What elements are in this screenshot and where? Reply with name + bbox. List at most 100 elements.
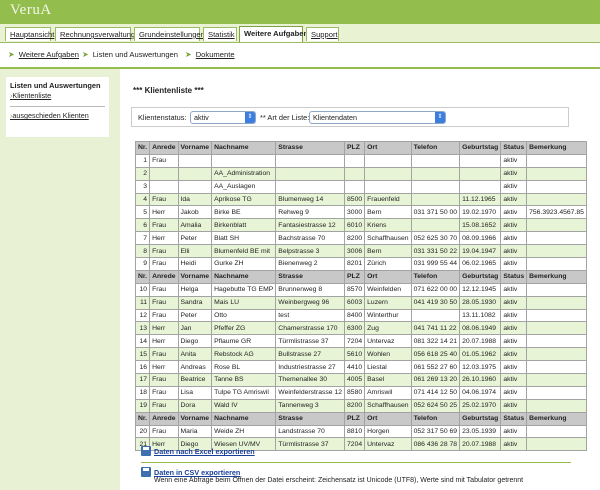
art-label: ** Art der Liste: — [260, 113, 310, 122]
table-header-row: Nr. Anrede Vorname Nachname Strasse PLZ Ort Tel… — [134, 269, 587, 284]
table-cell: Rose BL — [211, 360, 277, 375]
table-cell — [526, 360, 587, 375]
col-header: Strasse — [275, 269, 346, 284]
table-cell: aktiv — [500, 334, 528, 349]
tab-statistik[interactable]: Statistik — [203, 27, 237, 41]
table-cell: Industriestrasse 27 — [275, 360, 346, 375]
table-row: 10 Frau Helga Hagebutte TG EMP Brunnenweg 88… — [134, 282, 587, 297]
table-cell: aktiv — [500, 282, 528, 297]
table-cell: Weinfelderstrasse 12 — [275, 385, 346, 400]
table-row: 4 Frau Ida Aprikose TG Blumenweg 14 8500 Fraue… — [134, 192, 587, 207]
table-cell: 19.04.1947 — [459, 244, 502, 259]
table-cell: 2 — [134, 166, 151, 181]
table-cell: Frau — [149, 385, 179, 400]
col-header: Telefon — [410, 269, 461, 284]
table-cell: Herr — [149, 231, 179, 246]
table-cell: aktiv — [500, 373, 528, 387]
table-cell — [526, 231, 587, 246]
table-cell: 1 — [134, 153, 151, 168]
table-cell — [410, 192, 461, 207]
table-row: 15 Frau Anita Rebstock AG Bullstrasse 27 5610… — [134, 347, 587, 362]
table-cell: Bienenweg 2 — [275, 257, 346, 271]
table-cell — [177, 153, 213, 168]
table-cell: 8200 — [344, 231, 366, 246]
sidebar-item-ausgeschieden[interactable]: ›ausgeschieden Klienten — [10, 111, 105, 120]
arrow-right-icon: ➤ — [8, 50, 15, 59]
main-content: *** Klientenliste *** Klientenstatus: ak… — [125, 69, 600, 490]
table-cell: Landstrasse 70 — [275, 424, 346, 439]
table-cell — [275, 166, 346, 181]
table-cell: 23.05.1939 — [459, 424, 502, 439]
col-header: Ort — [364, 411, 412, 426]
subnav-weitere-aufgaben[interactable]: ➤ Weitere Aufgaben — [8, 50, 79, 59]
table-cell: 15 — [134, 347, 151, 362]
tab-hauptansicht[interactable]: Hauptansicht — [5, 27, 54, 41]
sidebar-box: Listen und Auswertungen ›Klientenliste ›… — [6, 77, 109, 137]
tab-weitere-aufgaben[interactable]: Weitere Aufgaben — [239, 26, 308, 42]
table-cell: 4005 — [344, 373, 366, 387]
dropdown-icon: ⇕ — [245, 112, 255, 123]
table-cell: aktiv — [500, 360, 528, 375]
sidebar: Listen und Auswertungen ›Klientenliste ›… — [0, 69, 120, 490]
csv-export-link[interactable]: Daten in CSV exportieren — [154, 468, 240, 477]
col-header: Status — [500, 141, 528, 155]
col-header: Anrede — [149, 141, 179, 155]
table-cell: Frau — [149, 373, 179, 387]
table-cell — [364, 179, 412, 194]
table-cell: 756.3923.4567.85 — [526, 205, 587, 220]
table-cell: Peter — [177, 308, 213, 323]
table-cell: Frau — [149, 347, 179, 362]
art-select[interactable]: Klientendaten ⇕ — [309, 111, 446, 124]
table-cell: Heidi — [177, 257, 213, 271]
tab-support[interactable]: Support — [306, 27, 339, 41]
table-header-row: Nr. Anrede Vorname Nachname Strasse PLZ … — [134, 141, 587, 155]
table-cell: AA_Administration — [211, 166, 277, 181]
table-cell: 052 625 30 70 — [410, 231, 461, 246]
table-cell: 8 — [134, 244, 151, 259]
table-cell: Tulpe TG Amriswil — [211, 385, 277, 400]
table-cell: 5 — [134, 205, 151, 220]
table-cell — [459, 166, 502, 181]
table-cell — [275, 153, 346, 168]
excel-export-link[interactable]: Daten nach Excel exportieren — [154, 447, 255, 456]
table-cell: Bern — [364, 205, 412, 220]
sidebar-item-klientenliste[interactable]: ›Klientenliste — [10, 91, 105, 100]
col-header: Ort — [364, 269, 412, 284]
subnav-listen-auswertungen[interactable]: ➤ Listen und Auswertungen — [82, 50, 178, 59]
table-cell — [344, 179, 366, 194]
tab-grundeinstellungen[interactable]: Grundeinstellungen — [134, 27, 205, 41]
col-header: Status — [500, 269, 528, 284]
table-cell — [526, 321, 587, 336]
table-row: 11 Frau Sandra Mais LU Weinbergweg 96 6003 Luz… — [134, 295, 587, 310]
table-cell: 031 371 50 00 — [410, 205, 461, 220]
save-icon — [141, 446, 151, 456]
table-cell — [526, 153, 587, 168]
table-cell: Frau — [149, 257, 179, 271]
table-cell: aktiv — [500, 192, 528, 207]
table-cell: test — [275, 308, 346, 323]
table-row: 5 Herr Jakob Birke BE Rehweg 9 3000 Bern 031 37… — [134, 205, 587, 220]
table-cell: Frauenfeld — [364, 192, 412, 207]
table-cell — [526, 295, 587, 310]
table-cell: 061 552 27 60 — [410, 360, 461, 375]
table-cell: 041 419 30 50 — [410, 295, 461, 310]
table-cell: Frau — [149, 424, 179, 439]
col-header: Nr. — [134, 141, 151, 155]
table-cell: Kriens — [364, 218, 412, 233]
table-cell: Herr — [149, 321, 179, 336]
tab-rechnungsverwaltung[interactable]: Rechnungsverwaltung — [55, 27, 135, 41]
subnav-dokumente[interactable]: ➤ Dokumente — [185, 50, 235, 59]
table-cell — [526, 192, 587, 207]
table-cell — [275, 179, 346, 194]
table-cell: 06.02.1965 — [459, 257, 502, 271]
table-cell: 12 — [134, 308, 151, 323]
table-cell: 6300 — [344, 321, 366, 336]
status-select[interactable]: aktiv ⇕ — [190, 111, 256, 124]
table-cell: 20.07.1988 — [459, 437, 502, 452]
table-cell: 11 — [134, 295, 151, 310]
col-header: Bemerkung — [526, 269, 587, 284]
col-header: Nachname — [211, 141, 277, 155]
col-header: Vorname — [177, 269, 213, 284]
table-cell: aktiv — [500, 321, 528, 336]
status-label: Klientenstatus: — [138, 113, 187, 122]
